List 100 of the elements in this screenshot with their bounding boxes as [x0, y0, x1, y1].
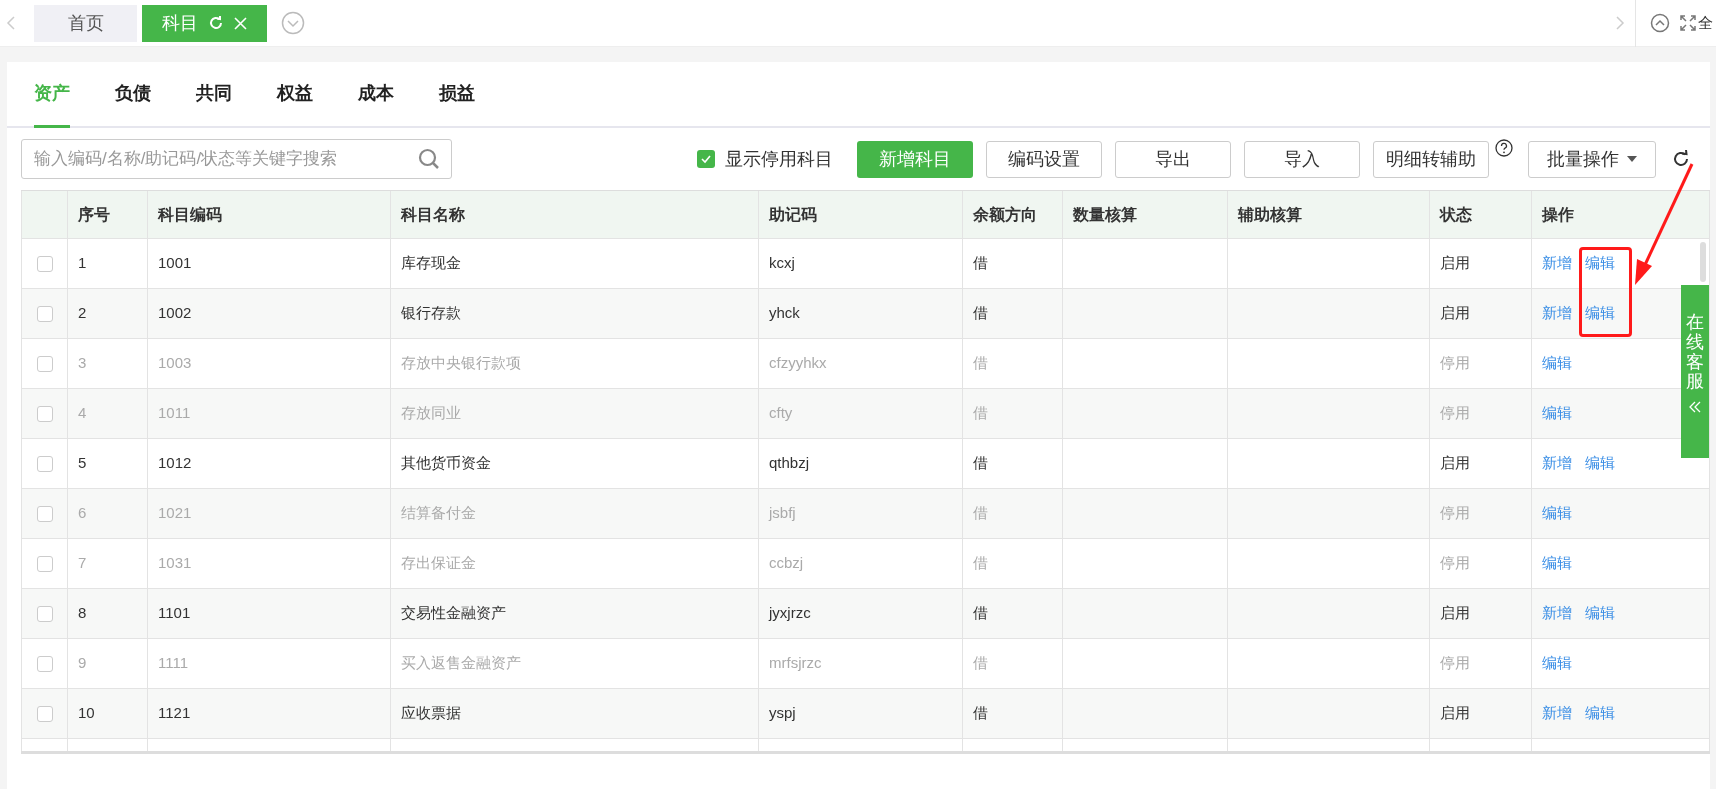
action-link[interactable]: 编辑	[1542, 652, 1572, 675]
batch-dropdown[interactable]: 批量操作	[1528, 140, 1656, 178]
table-cell-text: yspj	[769, 703, 796, 724]
toolbar-button[interactable]: 编码设置	[986, 140, 1102, 178]
checkmark-icon	[700, 153, 712, 165]
table-cell-text: 交易性金融资产	[401, 603, 506, 624]
table-cell-text: 1002	[158, 303, 192, 324]
toolbar-button[interactable]: 导出	[1115, 140, 1231, 178]
table-cell-text: kcxj	[769, 253, 795, 274]
action-link[interactable]: 新增	[1542, 452, 1572, 475]
table-cell-text: 1121	[158, 703, 191, 724]
online-service-tab[interactable]: 在线客服	[1681, 285, 1709, 458]
row-checkbox[interactable]	[36, 505, 53, 522]
table-cell-text: 借	[973, 703, 988, 724]
toolbar-button[interactable]: 导入	[1244, 140, 1360, 178]
category-tab[interactable]: 共同	[196, 62, 232, 128]
category-tab[interactable]: 负债	[115, 62, 151, 128]
table-cell-text: 1011	[158, 403, 191, 424]
table-cell-text: jsbfj	[769, 503, 796, 524]
row-checkbox[interactable]	[36, 555, 53, 572]
table-cell-text: 10	[78, 703, 95, 724]
column-header: 助记码	[769, 204, 817, 225]
search-icon[interactable]	[418, 148, 440, 170]
action-link[interactable]: 编辑	[1542, 402, 1572, 425]
action-link[interactable]: 编辑	[1585, 602, 1615, 625]
action-link[interactable]: 新增	[1542, 602, 1572, 625]
table-cell-text: 借	[973, 353, 988, 374]
action-link[interactable]: 新增	[1542, 702, 1572, 725]
refresh-icon[interactable]	[1672, 150, 1690, 168]
table-cell-text: 3	[78, 353, 87, 374]
category-tab[interactable]: 权益	[277, 62, 313, 128]
row-checkbox[interactable]	[36, 355, 53, 372]
action-link[interactable]: 新增	[1542, 252, 1572, 275]
column-header: 科目名称	[401, 204, 465, 225]
page-tab[interactable]: 科目	[142, 4, 267, 42]
category-tab[interactable]: 损益	[439, 62, 475, 128]
reload-icon[interactable]	[208, 15, 224, 31]
table-cell-text: mrfsjrzc	[769, 653, 822, 674]
column-header: 余额方向	[973, 204, 1037, 225]
column-header: 数量核算	[1073, 204, 1137, 225]
table-cell-text: 停用	[1440, 553, 1470, 574]
category-tab[interactable]: 资产	[34, 62, 70, 128]
table-cell-text: 借	[973, 303, 988, 324]
action-link[interactable]: 编辑	[1542, 552, 1572, 575]
table-cell-text: 2	[78, 303, 87, 324]
table-cell-text: jyxjrzc	[769, 603, 811, 624]
column-header: 科目编码	[158, 204, 222, 225]
collapse-circle-icon[interactable]	[1650, 13, 1670, 33]
action-link[interactable]: 编辑	[1585, 252, 1615, 275]
table-cell-text: 借	[973, 253, 988, 274]
table-cell-text: 1003	[158, 353, 192, 374]
table-cell-text: 1101	[158, 603, 191, 624]
action-link[interactable]: 新增	[1542, 302, 1572, 325]
checkbox-label[interactable]: 显示停用科目	[725, 145, 833, 173]
caret-icon	[1627, 156, 1637, 162]
table-cell-text: 停用	[1440, 403, 1470, 424]
table-cell-text: ccbzj	[769, 553, 804, 574]
row-checkbox[interactable]	[36, 705, 53, 722]
close-icon[interactable]	[234, 16, 247, 30]
table-cell-text: 启用	[1440, 453, 1470, 474]
row-checkbox[interactable]	[36, 605, 53, 622]
action-link[interactable]: 编辑	[1542, 352, 1572, 375]
action-link[interactable]: 编辑	[1585, 452, 1615, 475]
table-cell-text: cfty	[769, 403, 793, 424]
table-cell-text: 1012	[158, 453, 192, 474]
table-cell-text: cfzyyhkx	[769, 353, 827, 374]
action-link[interactable]: 编辑	[1542, 502, 1572, 525]
search-field[interactable]: 输入编码/名称/助记码/状态等关键字搜索	[21, 139, 452, 179]
table-cell-text: 1	[78, 253, 87, 274]
add-button[interactable]: 新增科目	[857, 140, 973, 178]
row-checkbox[interactable]	[36, 305, 53, 322]
toolbar-button[interactable]: 明细转辅助	[1373, 140, 1489, 178]
checkbox[interactable]	[697, 150, 715, 168]
table-cell-text: 存放中央银行款项	[401, 353, 521, 374]
scroll-right-icon[interactable]	[1615, 16, 1625, 30]
table-cell-text: yhck	[769, 303, 800, 324]
help-icon[interactable]	[1495, 138, 1513, 157]
scrollbar-thumb[interactable]	[1700, 242, 1706, 282]
fullscreen-label[interactable]: 全	[1698, 11, 1716, 35]
page-tab[interactable]: 首页	[34, 4, 137, 42]
row-checkbox[interactable]	[36, 255, 53, 272]
table-cell-text: 停用	[1440, 503, 1470, 524]
table-cell-text: 1111	[158, 653, 189, 674]
table-cell-text: 其他货币资金	[401, 453, 491, 474]
action-link[interactable]: 编辑	[1585, 302, 1615, 325]
table-cell-text: 停用	[1440, 653, 1470, 674]
dropdown-circle-icon[interactable]	[281, 11, 305, 35]
table-cell-text: 4	[78, 403, 87, 424]
table-cell-text: 借	[973, 553, 988, 574]
row-checkbox[interactable]	[36, 455, 53, 472]
scroll-left-icon[interactable]	[6, 16, 16, 30]
action-link[interactable]: 编辑	[1585, 702, 1615, 725]
column-header: 状态	[1440, 204, 1472, 225]
row-checkbox[interactable]	[36, 405, 53, 422]
row-checkbox[interactable]	[36, 655, 53, 672]
table-cell-text: 启用	[1440, 603, 1470, 624]
table-cell-text: 启用	[1440, 703, 1470, 724]
fullscreen-icon[interactable]	[1680, 15, 1696, 31]
table-cell-text: 存放同业	[401, 403, 461, 424]
category-tab[interactable]: 成本	[358, 62, 394, 128]
